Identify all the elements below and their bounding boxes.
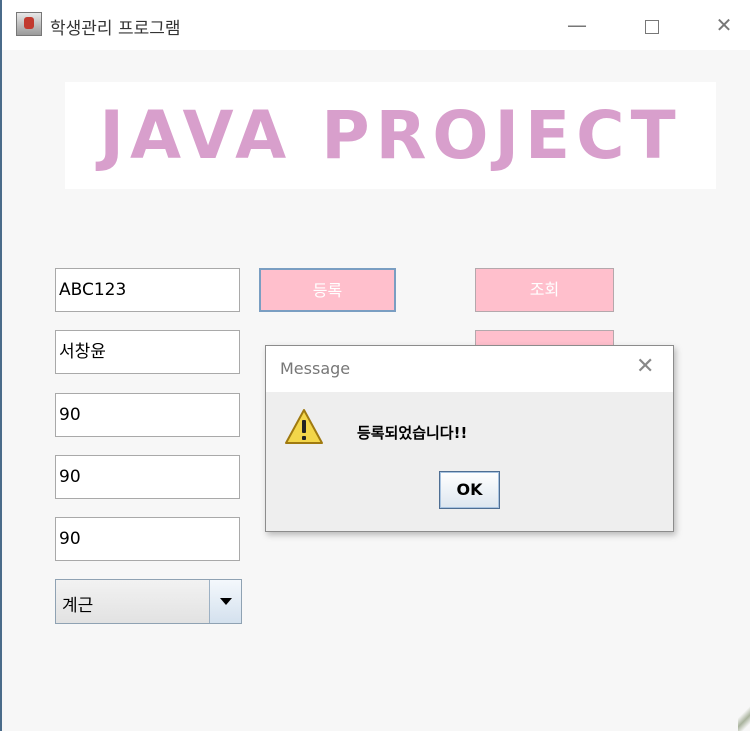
score-field-1[interactable]: 90 [55, 393, 240, 437]
department-select[interactable]: 계근 [55, 579, 242, 624]
ok-button[interactable]: OK [439, 471, 500, 509]
dialog-title-bar: Message ✕ [266, 346, 673, 392]
name-field[interactable]: 서창윤 [55, 330, 240, 374]
department-select-value: 계근 [62, 596, 94, 616]
dialog-close-button[interactable]: ✕ [636, 354, 654, 379]
banner-text: JAVA PROJECT [99, 97, 682, 174]
leaf-decoration [738, 700, 750, 731]
minimize-button[interactable]: — [557, 8, 597, 42]
main-window: 학생관리 프로그램 — ✕ JAVA PROJECT ABC123 서창윤 90… [0, 0, 750, 731]
dialog-title: Message [280, 359, 351, 378]
banner-image: JAVA PROJECT [65, 82, 716, 189]
java-app-icon [16, 12, 42, 36]
register-button[interactable]: 등록 [259, 268, 396, 312]
maximize-button[interactable] [632, 8, 672, 42]
warning-icon [285, 409, 323, 444]
dialog-message: 등록되었습니다!! [357, 424, 468, 442]
dropdown-arrow-icon[interactable] [209, 580, 241, 623]
window-title: 학생관리 프로그램 [50, 19, 181, 39]
message-dialog: Message ✕ 등록되었습니다!! OK [265, 345, 674, 532]
search-button[interactable]: 조회 [475, 268, 614, 312]
score-field-3[interactable]: 90 [55, 517, 240, 561]
title-bar: 학생관리 프로그램 — ✕ [2, 0, 750, 50]
student-id-field[interactable]: ABC123 [55, 268, 240, 312]
maximize-icon [645, 19, 659, 34]
score-field-2[interactable]: 90 [55, 455, 240, 499]
close-button[interactable]: ✕ [704, 8, 744, 42]
